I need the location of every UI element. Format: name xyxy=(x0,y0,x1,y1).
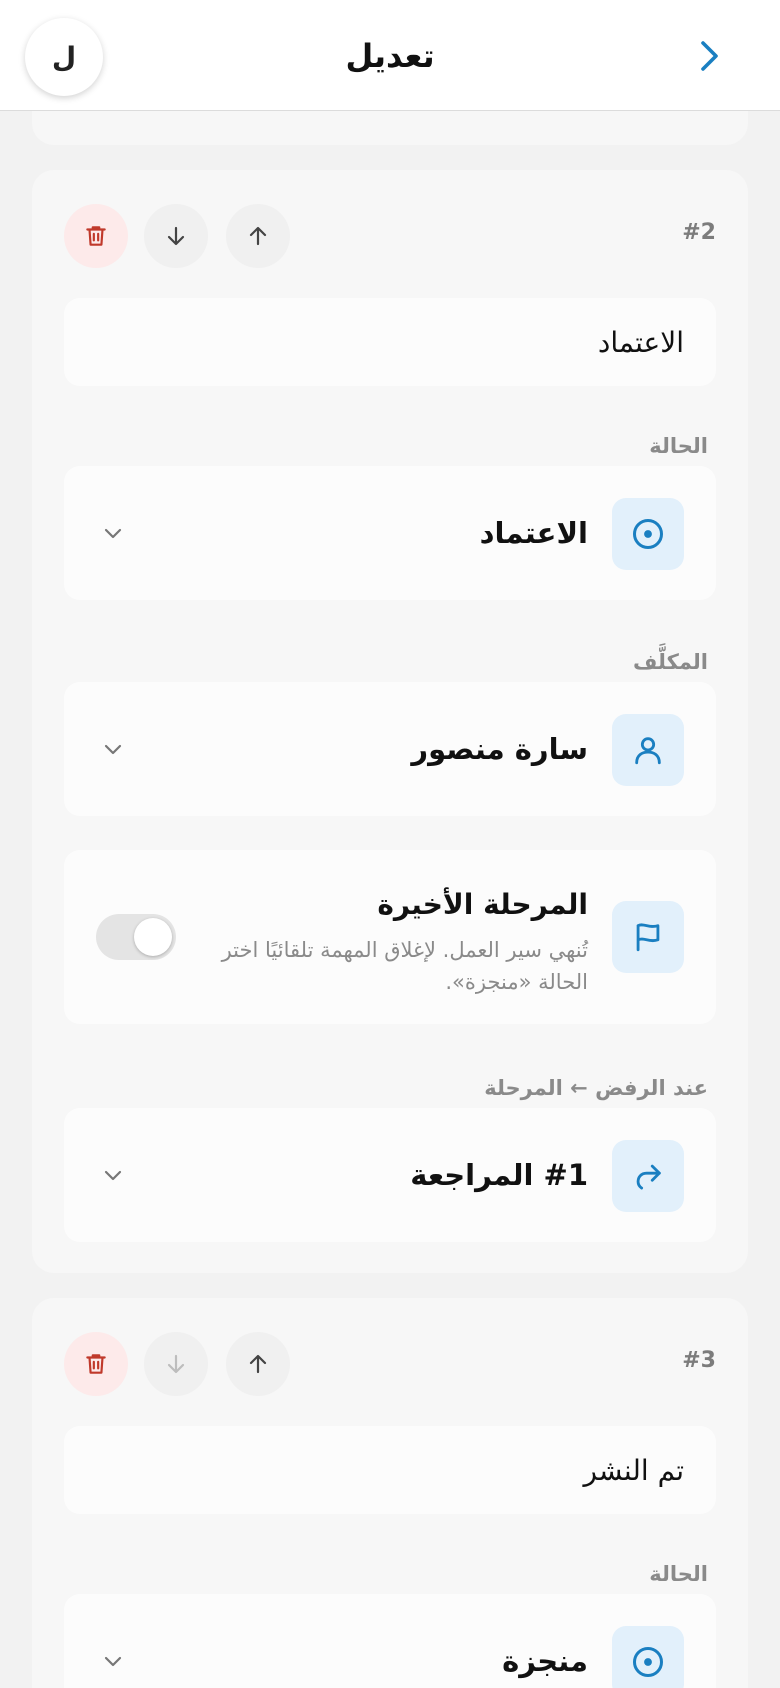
assignee-label: المكلَّف xyxy=(633,650,708,674)
step-card: #2 الاعتماد الحالة الاعتماد المكلَّف سار… xyxy=(32,170,748,1273)
step-card: #3 تم النشر الحالة منجزة xyxy=(32,1298,748,1688)
final-stage-toggle[interactable] xyxy=(96,914,176,960)
assignee-icon-box xyxy=(612,714,684,786)
status-label: الحالة xyxy=(649,434,708,458)
status-value: منجزة xyxy=(502,1644,588,1678)
redirect-arrow-icon xyxy=(636,1164,661,1190)
status-icon-box xyxy=(612,498,684,570)
chevron-down-icon xyxy=(98,1646,128,1676)
status-icon-box xyxy=(612,1626,684,1688)
on-reject-label: عند الرفض ← المرحلة xyxy=(484,1076,708,1100)
move-down-button[interactable] xyxy=(144,204,208,268)
assignee-select[interactable]: سارة منصور xyxy=(64,682,716,816)
step-name-input[interactable]: تم النشر xyxy=(64,1426,716,1514)
on-reject-value: #1 المراجعة xyxy=(410,1158,588,1192)
chevron-right-icon xyxy=(701,41,718,71)
final-stage-description: تُنهي سير العمل. لإغلاق المهمة تلقائيًا … xyxy=(221,938,588,994)
status-select[interactable]: منجزة xyxy=(64,1594,716,1688)
step-controls: #3 xyxy=(32,1332,748,1396)
final-stage-title: المرحلة الأخيرة xyxy=(377,888,588,921)
top-bar: تعديل ل xyxy=(0,0,780,111)
app-root: تعديل ل #2 الاعتماد الحالة الاعتماد المك… xyxy=(0,0,780,1688)
final-stage-row: المرحلة الأخيرة تُنهي سير العمل. لإغلاق … xyxy=(64,850,716,1024)
on-reject-select[interactable]: #1 المراجعة xyxy=(64,1108,716,1242)
status-label: الحالة xyxy=(649,1562,708,1586)
back-button[interactable] xyxy=(692,36,728,76)
user-icon xyxy=(635,737,661,765)
toggle-knob xyxy=(134,918,172,956)
step-number: #2 xyxy=(682,220,716,245)
final-icon-box xyxy=(612,901,684,973)
move-down-button-disabled xyxy=(144,1332,208,1396)
status-select[interactable]: الاعتماد xyxy=(64,466,716,600)
target-circle-icon xyxy=(633,519,663,549)
move-up-button[interactable] xyxy=(226,204,290,268)
delete-step-button[interactable] xyxy=(64,204,128,268)
chevron-down-icon xyxy=(98,518,128,548)
chevron-down-icon xyxy=(98,734,128,764)
arrow-down-icon xyxy=(167,1354,185,1374)
status-value: الاعتماد xyxy=(479,516,588,550)
step-controls: #2 xyxy=(32,204,748,268)
page-title: تعديل xyxy=(345,36,435,75)
arrow-up-icon xyxy=(249,1354,267,1374)
arrow-up-icon xyxy=(249,226,267,246)
trash-icon xyxy=(86,226,106,246)
arrow-down-icon xyxy=(167,226,185,246)
assignee-value: سارة منصور xyxy=(411,732,588,766)
step-name-input[interactable]: الاعتماد xyxy=(64,298,716,386)
delete-step-button[interactable] xyxy=(64,1332,128,1396)
step-number: #3 xyxy=(682,1348,716,1373)
target-circle-icon xyxy=(633,1647,663,1677)
avatar[interactable]: ل xyxy=(25,18,103,96)
reject-icon-box xyxy=(612,1140,684,1212)
chevron-down-icon xyxy=(98,1160,128,1190)
flag-icon xyxy=(636,923,660,952)
move-up-button[interactable] xyxy=(226,1332,290,1396)
trash-icon xyxy=(86,1354,106,1374)
